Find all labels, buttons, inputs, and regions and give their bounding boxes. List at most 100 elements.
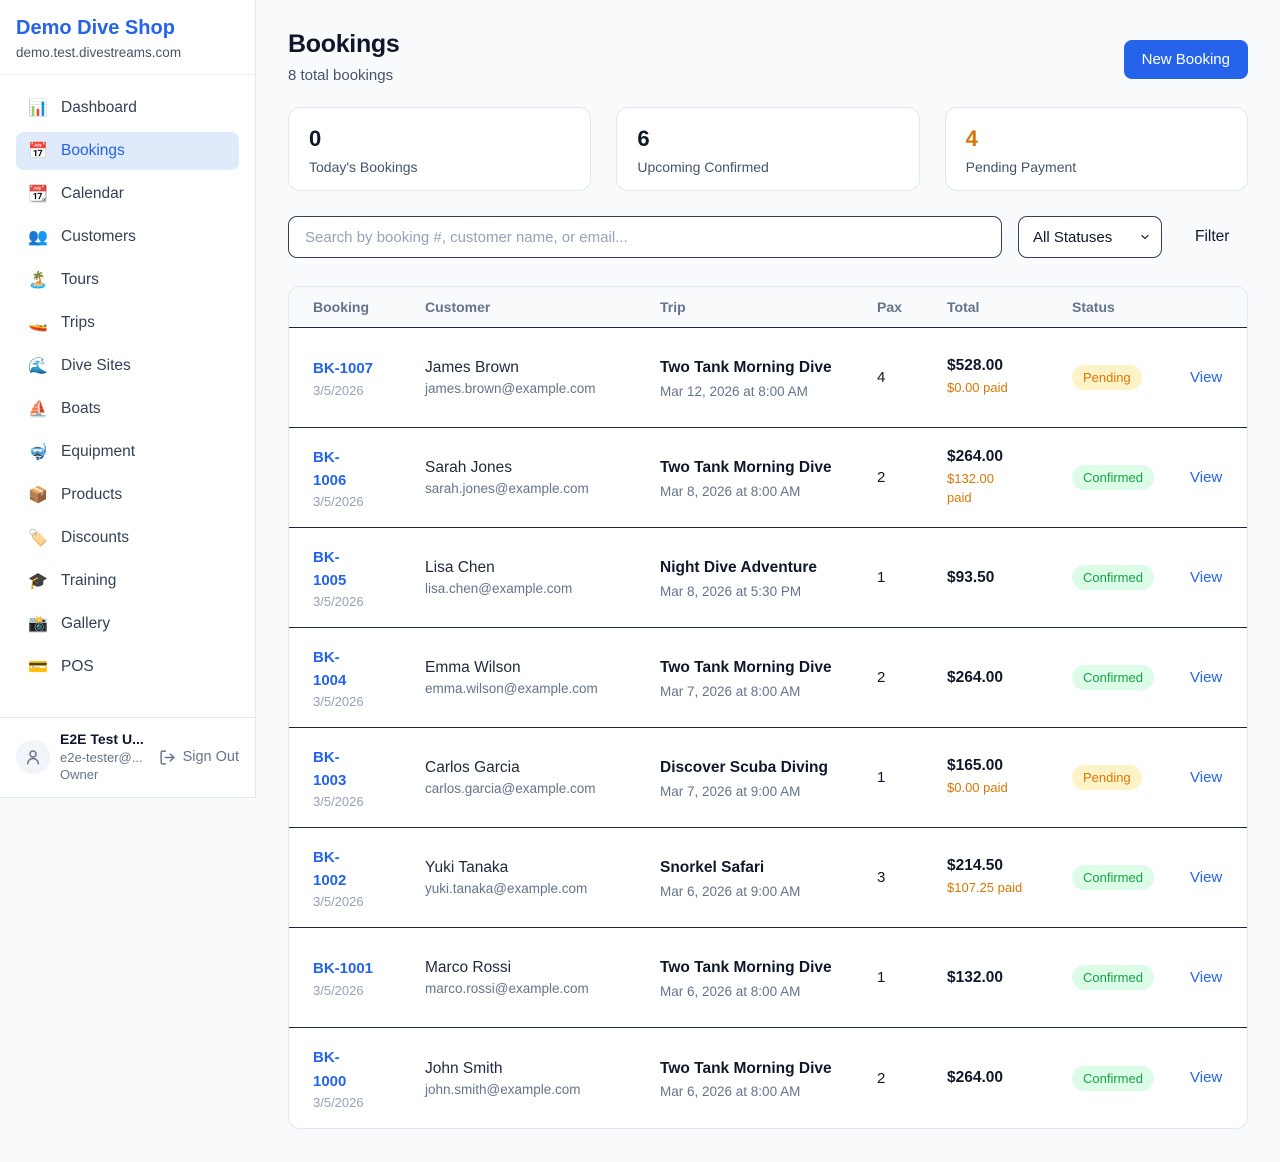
- sidebar-item-pos[interactable]: 💳 POS: [16, 648, 239, 686]
- sidebar-item-calendar[interactable]: 📆 Calendar: [16, 175, 239, 213]
- paid-amount: $0.00 paid: [947, 779, 1072, 798]
- total-amount: $214.50: [947, 857, 1072, 875]
- wave-icon: 🌊: [28, 356, 48, 376]
- customer-name: Carlos Garcia: [425, 759, 660, 777]
- col-header-customer: Customer: [425, 299, 660, 315]
- trip-name: Snorkel Safari: [660, 856, 832, 879]
- table-row: BK-1007 3/5/2026 James Brown james.brown…: [289, 328, 1247, 428]
- credit-card-icon: 💳: [28, 657, 48, 677]
- main-content: Bookings 8 total bookings New Booking 0 …: [256, 0, 1280, 1129]
- paid-amount: $0.00 paid: [947, 379, 1072, 398]
- filter-button[interactable]: Filter: [1195, 228, 1229, 246]
- shop-domain: demo.test.divestreams.com: [16, 45, 239, 60]
- paid-amount: $107.25 paid: [947, 879, 1072, 898]
- view-link[interactable]: View: [1190, 369, 1222, 386]
- col-header-pax: Pax: [877, 299, 947, 315]
- paid-amount: $132.00 paid: [947, 470, 1072, 508]
- pax-count: 3: [877, 869, 947, 886]
- user-name: E2E Test U...: [60, 731, 144, 747]
- page-subtitle: 8 total bookings: [288, 67, 400, 84]
- view-link[interactable]: View: [1190, 769, 1222, 786]
- sidebar-item-products[interactable]: 📦 Products: [16, 476, 239, 514]
- view-link[interactable]: View: [1190, 869, 1222, 886]
- view-link[interactable]: View: [1190, 569, 1222, 586]
- stat-card-upcoming-confirmed: 6 Upcoming Confirmed: [616, 107, 919, 191]
- sidebar-item-gallery[interactable]: 📸 Gallery: [16, 605, 239, 643]
- sidebar-item-trips[interactable]: 🚤 Trips: [16, 304, 239, 342]
- table-header: Booking Customer Trip Pax Total Status: [289, 287, 1247, 328]
- booking-id-link[interactable]: BK- 1003: [313, 746, 346, 793]
- view-link[interactable]: View: [1190, 669, 1222, 686]
- booking-id-link[interactable]: BK- 1002: [313, 846, 346, 893]
- tear-off-calendar-icon: 📆: [28, 184, 48, 204]
- camera-icon: 📸: [28, 614, 48, 634]
- sailboat-icon: ⛵: [28, 399, 48, 419]
- pax-count: 4: [877, 369, 947, 386]
- user-role: Owner: [60, 766, 144, 784]
- total-amount: $264.00: [947, 669, 1072, 687]
- booking-id-link[interactable]: BK- 1005: [313, 546, 346, 593]
- customer-name: Emma Wilson: [425, 659, 660, 677]
- trip-name: Two Tank Morning Dive: [660, 656, 832, 679]
- user-email: e2e-tester@...: [60, 749, 144, 767]
- page-title: Bookings: [288, 30, 400, 59]
- sidebar-item-discounts[interactable]: 🏷️ Discounts: [16, 519, 239, 557]
- sidebar-item-bookings[interactable]: 📅 Bookings: [16, 132, 239, 170]
- table-row: BK-1001 3/5/2026 Marco Rossi marco.rossi…: [289, 928, 1247, 1028]
- status-select-wrap: All Statuses: [1018, 216, 1162, 258]
- sidebar-item-training[interactable]: 🎓 Training: [16, 562, 239, 600]
- people-icon: 👥: [28, 227, 48, 247]
- booking-date: 3/5/2026: [313, 383, 425, 398]
- booking-date: 3/5/2026: [313, 794, 425, 809]
- booking-id-link[interactable]: BK- 1004: [313, 646, 346, 693]
- sign-out-button[interactable]: Sign Out: [159, 749, 239, 766]
- sidebar-item-dive-sites[interactable]: 🌊 Dive Sites: [16, 347, 239, 385]
- sidebar-item-equipment[interactable]: 🤿 Equipment: [16, 433, 239, 471]
- status-badge: Confirmed: [1072, 665, 1154, 690]
- new-booking-button[interactable]: New Booking: [1124, 40, 1248, 79]
- pax-count: 2: [877, 669, 947, 686]
- speedboat-icon: 🚤: [28, 313, 48, 333]
- view-link[interactable]: View: [1190, 1069, 1222, 1086]
- search-input[interactable]: [288, 216, 1002, 258]
- pax-count: 1: [877, 569, 947, 586]
- booking-date: 3/5/2026: [313, 694, 425, 709]
- status-badge: Confirmed: [1072, 465, 1154, 490]
- status-badge: Pending: [1072, 365, 1142, 390]
- booking-date: 3/5/2026: [313, 1095, 425, 1110]
- trip-datetime: Mar 7, 2026 at 9:00 AM: [660, 784, 877, 799]
- sign-out-icon: [159, 749, 176, 766]
- table-row: BK- 1000 3/5/2026 John Smith john.smith@…: [289, 1028, 1247, 1128]
- trip-datetime: Mar 6, 2026 at 8:00 AM: [660, 984, 877, 999]
- brand: Demo Dive Shop demo.test.divestreams.com: [0, 0, 255, 75]
- sidebar-item-customers[interactable]: 👥 Customers: [16, 218, 239, 256]
- trip-datetime: Mar 8, 2026 at 5:30 PM: [660, 584, 877, 599]
- booking-id-link[interactable]: BK- 1000: [313, 1046, 346, 1093]
- customer-name: Yuki Tanaka: [425, 859, 660, 877]
- sidebar: Demo Dive Shop demo.test.divestreams.com…: [0, 0, 256, 798]
- sidebar-item-boats[interactable]: ⛵ Boats: [16, 390, 239, 428]
- bookings-table: Booking Customer Trip Pax Total Status B…: [288, 286, 1248, 1129]
- page-header: Bookings 8 total bookings New Booking: [288, 30, 1248, 84]
- customer-email: marco.rossi@example.com: [425, 981, 660, 996]
- view-link[interactable]: View: [1190, 969, 1222, 986]
- filter-row: All Statuses Filter: [288, 216, 1248, 258]
- table-body: BK-1007 3/5/2026 James Brown james.brown…: [289, 328, 1247, 1128]
- sidebar-item-tours[interactable]: 🏝️ Tours: [16, 261, 239, 299]
- booking-id-link[interactable]: BK- 1006: [313, 446, 346, 493]
- total-amount: $165.00: [947, 757, 1072, 775]
- trip-name: Two Tank Morning Dive: [660, 456, 832, 479]
- stat-value: 0: [309, 126, 570, 152]
- booking-id-link[interactable]: BK-1007: [313, 357, 373, 380]
- status-select[interactable]: All Statuses: [1018, 216, 1162, 258]
- trip-datetime: Mar 6, 2026 at 8:00 AM: [660, 1084, 877, 1099]
- sidebar-item-dashboard[interactable]: 📊 Dashboard: [16, 89, 239, 127]
- total-amount: $528.00: [947, 357, 1072, 375]
- shop-name: Demo Dive Shop: [16, 17, 239, 40]
- customer-name: Sarah Jones: [425, 459, 660, 477]
- booking-id-link[interactable]: BK-1001: [313, 957, 373, 980]
- view-link[interactable]: View: [1190, 469, 1222, 486]
- customer-email: james.brown@example.com: [425, 381, 660, 396]
- calendar-icon: 📅: [28, 141, 48, 161]
- stat-value: 6: [637, 126, 898, 152]
